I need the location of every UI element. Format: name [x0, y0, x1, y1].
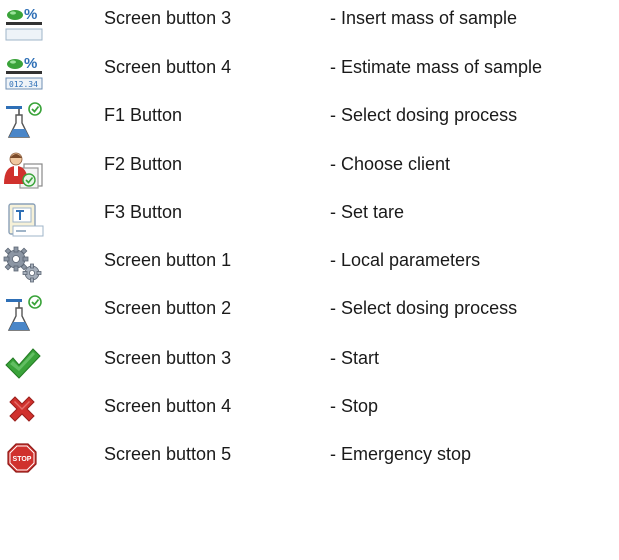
- legend-row: F1 Button - Select dosing process: [0, 97, 619, 138]
- percent-glyph: %: [24, 55, 37, 72]
- button-name: Screen button 2: [104, 298, 232, 318]
- button-name: F1 Button: [104, 105, 183, 125]
- button-description: - Choose client: [330, 154, 451, 174]
- flask-check-icon: [2, 101, 58, 141]
- button-description: - Select dosing process: [330, 105, 518, 125]
- button-name: Screen button 3: [104, 348, 232, 368]
- legend-row: STOP Screen button 5 - Emergency stop: [0, 436, 619, 476]
- button-description: - Select dosing process: [330, 298, 518, 318]
- button-name: F2 Button: [104, 154, 183, 174]
- stop-sign-text: STOP: [13, 456, 32, 463]
- button-name: Screen button 4: [104, 396, 232, 416]
- button-description: - Start: [330, 348, 380, 368]
- percent-mass-icon: %: [2, 4, 58, 44]
- legend-row: Screen button 4 - Stop: [0, 388, 619, 428]
- legend-row: Screen button 1 - Local parameters: [0, 242, 619, 283]
- legend-row: Screen button 3 - Start: [0, 340, 619, 380]
- button-name: Screen button 3: [104, 8, 232, 28]
- button-description: - Local parameters: [330, 250, 481, 270]
- client-icon: [2, 150, 58, 190]
- button-legend: % Screen button 3 - Insert mass of sampl…: [0, 0, 619, 560]
- checkmark-icon: [2, 344, 58, 384]
- stop-sign-icon: STOP: [2, 440, 58, 480]
- percent-display-icon: % 012.34: [2, 53, 58, 93]
- button-name: Screen button 4: [104, 57, 232, 77]
- flask-check-icon: [2, 294, 58, 334]
- percent-glyph: %: [24, 6, 37, 23]
- legend-row: % 012.34 Screen button 4 - Estimate mass…: [0, 49, 619, 90]
- legend-row: F2 Button - Choose client: [0, 146, 619, 189]
- button-description: - Emergency stop: [330, 444, 472, 464]
- button-name: Screen button 1: [104, 250, 232, 270]
- legend-row: F3 Button - Set tare: [0, 194, 619, 237]
- legend-row: Screen button 2 - Select dosing process: [0, 290, 619, 331]
- tare-icon: [2, 198, 58, 238]
- cross-icon: [2, 392, 58, 432]
- button-description: - Insert mass of sample: [330, 8, 518, 28]
- button-description: - Stop: [330, 396, 379, 416]
- button-name: F3 Button: [104, 202, 183, 222]
- button-description: - Set tare: [330, 202, 405, 222]
- gears-icon: [2, 246, 58, 286]
- legend-row: % Screen button 3 - Insert mass of sampl…: [0, 0, 619, 41]
- button-name: Screen button 5: [104, 444, 232, 464]
- button-description: - Estimate mass of sample: [330, 57, 543, 77]
- digit-readout: 012.34: [9, 80, 38, 89]
